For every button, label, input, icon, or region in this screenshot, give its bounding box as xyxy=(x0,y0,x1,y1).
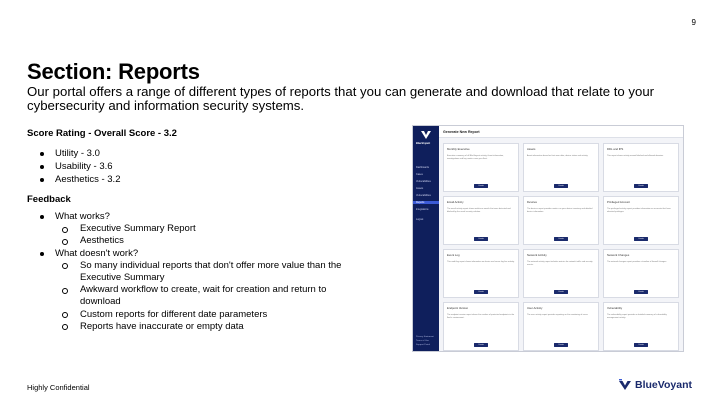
score-list: Utility - 3.0 Usability - 3.6 Aesthetics… xyxy=(40,147,120,187)
create-report-button[interactable]: Create xyxy=(474,184,488,188)
sidebar-footer-link[interactable]: Terms of Use xyxy=(416,340,429,342)
sidebar-item-dashboards[interactable]: Dashboards xyxy=(416,166,429,169)
bullet-icon xyxy=(40,251,44,256)
report-card: Endpoint Version The endpoint version rep… xyxy=(443,302,519,351)
mock-sidebar: BlueVoyant Dashboards Cases Vulnerabilit… xyxy=(413,126,439,351)
create-report-button[interactable]: Create xyxy=(554,290,568,294)
create-report-button[interactable]: Create xyxy=(474,237,488,241)
bluevoyant-logo-icon xyxy=(421,131,431,139)
report-card: User Activity The user activity report pr… xyxy=(523,302,599,351)
brand-logo: BlueVoyant xyxy=(618,378,692,392)
feedback-doesnt-work: What doesn't work? So many individual re… xyxy=(40,248,360,333)
list-item: Executive Summary Report xyxy=(40,223,360,235)
sidebar-item-cases[interactable]: Cases xyxy=(416,173,423,176)
create-report-button[interactable]: Create xyxy=(634,343,648,347)
list-item: Reports have inaccurate or empty data xyxy=(40,321,360,333)
sidebar-item-vulnerabilities-2[interactable]: Vulnerabilities xyxy=(416,194,431,197)
create-report-button[interactable]: Create xyxy=(474,290,488,294)
circle-bullet-icon xyxy=(62,324,68,331)
report-card: Monthly Executive Executive summary of al… xyxy=(443,143,519,192)
confidential-label: Highly Confidential xyxy=(27,383,90,392)
report-card: Vulnerability The vulnerability report pr… xyxy=(603,302,679,351)
create-report-button[interactable]: Create xyxy=(634,184,648,188)
mock-main: Generate New Report Monthly Executive Exe… xyxy=(439,126,683,351)
report-card: Email Activity The email activity report … xyxy=(443,196,519,245)
circle-bullet-icon xyxy=(62,263,68,270)
create-report-button[interactable]: Create xyxy=(474,343,488,347)
bullet-icon xyxy=(40,215,44,220)
feedback-list: What works? Executive Summary Report Aes… xyxy=(40,211,360,333)
create-report-button[interactable]: Create xyxy=(554,237,568,241)
report-card: Assets Asset information based on last se… xyxy=(523,143,599,192)
score-item: Usability - 3.6 xyxy=(40,160,120,173)
intro-text: Our portal offers a range of different t… xyxy=(27,84,655,113)
brand-name: BlueVoyant xyxy=(635,379,692,391)
mock-header: Generate New Report xyxy=(439,126,683,138)
list-item: Custom reports for different date parame… xyxy=(40,309,360,321)
sidebar-footer-link[interactable]: Privacy Statement xyxy=(416,336,434,338)
feedback-heading: Feedback xyxy=(27,194,71,205)
bullet-icon xyxy=(40,164,44,169)
circle-bullet-icon xyxy=(62,312,68,319)
feedback-works: What works? Executive Summary Report Aes… xyxy=(40,211,360,248)
create-report-button[interactable]: Create xyxy=(634,237,648,241)
sidebar-item-reports[interactable]: Reports xyxy=(413,201,439,204)
circle-bullet-icon xyxy=(62,226,68,233)
report-card: DDL and IPS This report shows activity ar… xyxy=(603,143,679,192)
create-report-button[interactable]: Create xyxy=(554,343,568,347)
sidebar-item-vulnerabilities[interactable]: Vulnerabilities xyxy=(416,180,431,183)
score-item: Aesthetics - 3.2 xyxy=(40,173,120,186)
sidebar-item-assets[interactable]: Assets xyxy=(416,187,423,190)
report-cards: Monthly Executive Executive summary of al… xyxy=(443,143,681,351)
list-item: So many individual reports that don't of… xyxy=(40,260,360,284)
sidebar-footer-link[interactable]: Support Portal xyxy=(416,344,430,346)
circle-bullet-icon xyxy=(62,287,68,294)
page-title: Section: Reports xyxy=(27,59,200,84)
circle-bullet-icon xyxy=(62,238,68,245)
report-card: Event Log This audit log report shows inf… xyxy=(443,249,519,298)
page-number: 9 xyxy=(691,18,696,27)
report-card: Network Activity The network activity rep… xyxy=(523,249,599,298)
mock-page-title: Generate New Report xyxy=(443,130,480,134)
score-item: Utility - 3.0 xyxy=(40,147,120,160)
create-report-button[interactable]: Create xyxy=(554,184,568,188)
bluevoyant-logo-icon xyxy=(619,379,632,390)
sidebar-item-integrations[interactable]: Integrations xyxy=(416,208,429,211)
create-report-button[interactable]: Create xyxy=(634,290,648,294)
report-card: Privileged Account The privileged activit… xyxy=(603,196,679,245)
list-item: Awkward workflow to create, wait for cre… xyxy=(40,284,360,308)
sidebar-item-logout[interactable]: Logout xyxy=(416,218,423,221)
mock-logo-text: BlueVoyant xyxy=(416,142,431,145)
bullet-icon xyxy=(40,151,44,156)
list-item: Aesthetics xyxy=(40,235,360,247)
report-card: Devices The devices report provides metri… xyxy=(523,196,599,245)
reports-screenshot: BlueVoyant Dashboards Cases Vulnerabilit… xyxy=(412,125,684,352)
score-heading: Score Rating - Overall Score - 3.2 xyxy=(27,128,177,139)
report-card: Network Changes The network changes repor… xyxy=(603,249,679,298)
bullet-icon xyxy=(40,178,44,182)
